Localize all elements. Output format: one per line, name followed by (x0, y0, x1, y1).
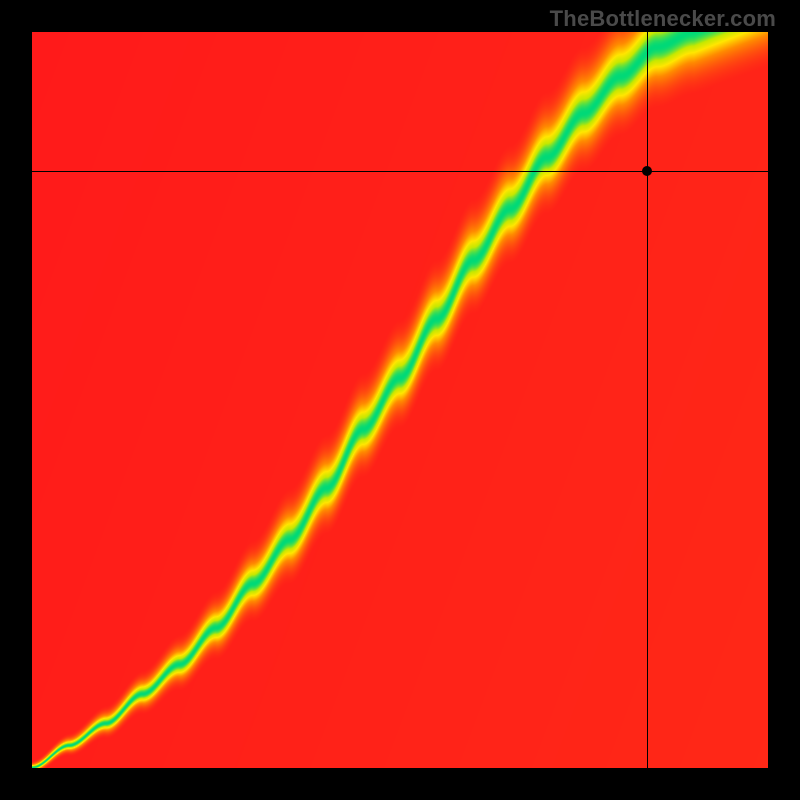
crosshair-horizontal (32, 171, 768, 172)
chart-frame: TheBottlenecker.com (0, 0, 800, 800)
heatmap-plot (32, 32, 768, 768)
selection-marker (642, 166, 652, 176)
heatmap-canvas (32, 32, 768, 768)
watermark-text: TheBottlenecker.com (550, 6, 776, 32)
crosshair-vertical (647, 32, 648, 768)
